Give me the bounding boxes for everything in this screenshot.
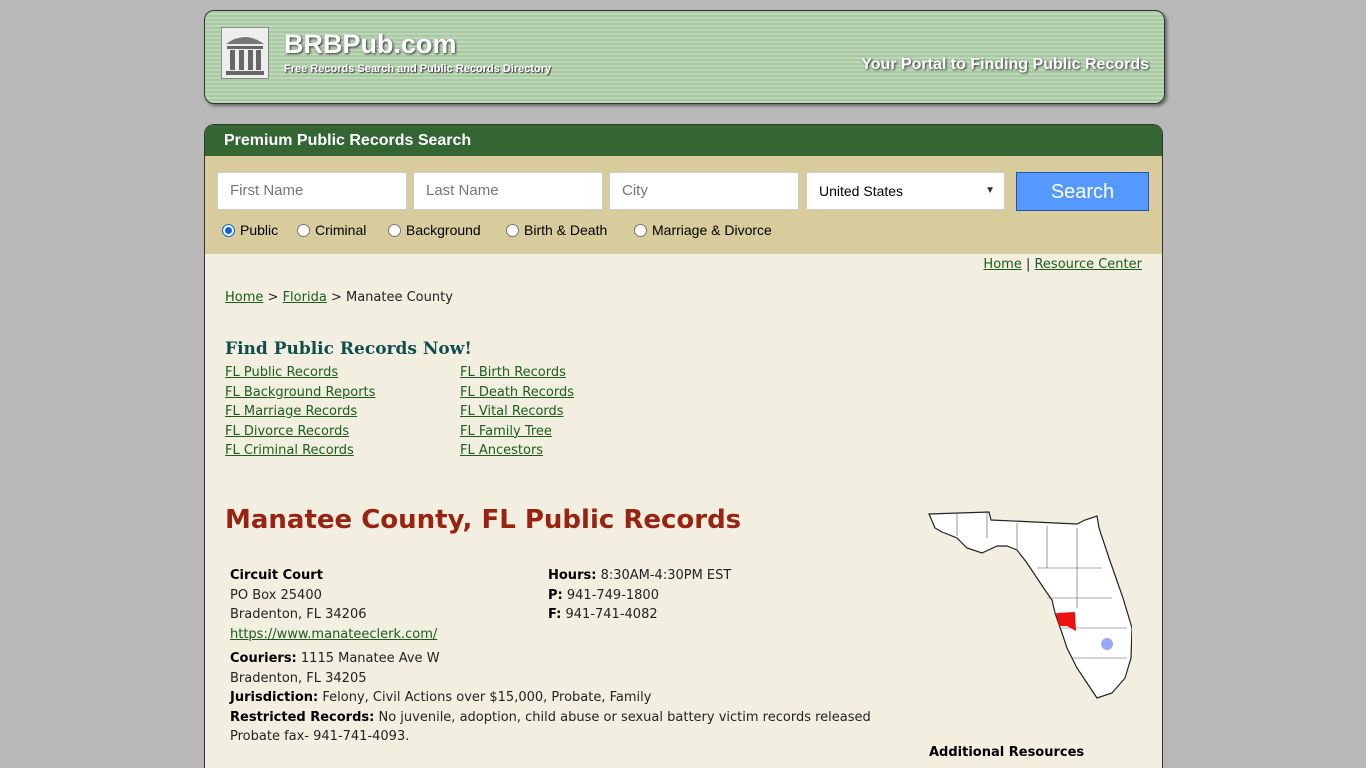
fl-birth-records-link[interactable]: FL Birth Records — [460, 365, 566, 380]
florida-county-map[interactable] — [927, 508, 1132, 713]
court-name: Circuit Court — [230, 568, 323, 583]
address-line: PO Box 25400 — [230, 587, 322, 603]
breadcrumb-florida[interactable]: Florida — [283, 290, 327, 305]
search-form: First Name Last Name City United States ▼… — [205, 156, 1162, 254]
additional-resources-heading: Additional Resources — [929, 745, 1085, 760]
first-name-input[interactable]: First Name — [217, 172, 407, 210]
portal-slogan: Your Portal to Finding Public Records — [861, 56, 1149, 73]
radio-public[interactable]: Public — [222, 222, 278, 238]
fl-public-records-link[interactable]: FL Public Records — [225, 365, 338, 380]
separator: | — [1025, 257, 1031, 272]
courthouse-logo-icon[interactable] — [221, 27, 269, 79]
address-city: Bradenton, FL 34206 — [230, 607, 367, 623]
court-website-link[interactable]: https://www.manateeclerk.com/ — [230, 627, 437, 642]
find-records-heading: Find Public Records Now! — [225, 339, 472, 359]
brand-name[interactable]: BRBPub.com — [284, 29, 457, 60]
fl-background-reports-link[interactable]: FL Background Reports — [225, 385, 375, 400]
search-button[interactable]: Search — [1016, 172, 1149, 211]
breadcrumb-current: Manatee County — [345, 290, 453, 305]
records-links-left: FL Public Records FL Background Reports … — [225, 363, 375, 461]
tagline: Free Records Search and Public Records D… — [284, 63, 552, 75]
phone: 941-749-1800 — [566, 587, 659, 603]
last-name-input[interactable]: Last Name — [413, 172, 603, 210]
search-title: Premium Public Records Search — [205, 125, 1162, 156]
country-select[interactable]: United States ▼ — [806, 172, 1005, 210]
probate-fax: Probate fax- 941-741-4093. — [230, 729, 410, 745]
fl-death-records-link[interactable]: FL Death Records — [460, 385, 574, 400]
home-link[interactable]: Home — [983, 257, 1021, 272]
site-header: BRBPub.com Free Records Search and Publi… — [204, 10, 1165, 104]
resource-center-link[interactable]: Resource Center — [1034, 257, 1142, 272]
radio-marriage-divorce[interactable]: Marriage & Divorce — [634, 222, 772, 238]
city-input[interactable]: City — [609, 172, 799, 210]
court-address: Circuit Court PO Box 25400 Bradenton, FL… — [230, 566, 437, 644]
court-details: Couriers: 1115 Manatee Ave W Bradenton, … — [230, 649, 871, 747]
court-contact: Hours: 8:30AM-4:30PM EST P: 941-749-1800… — [548, 568, 732, 623]
fl-vital-records-link[interactable]: FL Vital Records — [460, 404, 564, 419]
chevron-down-icon: ▼ — [985, 185, 995, 196]
top-links: Home | Resource Center — [983, 257, 1142, 272]
fl-divorce-records-link[interactable]: FL Divorce Records — [225, 424, 349, 439]
fl-family-tree-link[interactable]: FL Family Tree — [460, 424, 552, 439]
restricted-records: No juvenile, adoption, child abuse or se… — [378, 709, 871, 725]
country-value: United States — [819, 183, 904, 199]
fl-ancestors-link[interactable]: FL Ancestors — [460, 443, 543, 458]
couriers: 1115 Manatee Ave W — [300, 651, 440, 666]
breadcrumb: Home > Florida > Manatee County — [225, 290, 453, 305]
page-title: Manatee County, FL Public Records — [225, 505, 742, 535]
records-links-right: FL Birth Records FL Death Records FL Vit… — [460, 363, 574, 461]
main-panel: Premium Public Records Search First Name… — [204, 124, 1163, 768]
radio-background[interactable]: Background — [388, 222, 481, 238]
fax: 941-741-4082 — [565, 607, 658, 623]
jurisdiction: Felony, Civil Actions over $15,000, Prob… — [322, 690, 652, 706]
fl-criminal-records-link[interactable]: FL Criminal Records — [225, 443, 354, 458]
lake-okeechobee — [1101, 638, 1113, 650]
hours: 8:30AM-4:30PM EST — [600, 568, 732, 583]
radio-birth-death[interactable]: Birth & Death — [506, 222, 607, 238]
fl-marriage-records-link[interactable]: FL Marriage Records — [225, 404, 357, 419]
radio-criminal[interactable]: Criminal — [297, 222, 366, 238]
breadcrumb-home[interactable]: Home — [225, 290, 263, 305]
